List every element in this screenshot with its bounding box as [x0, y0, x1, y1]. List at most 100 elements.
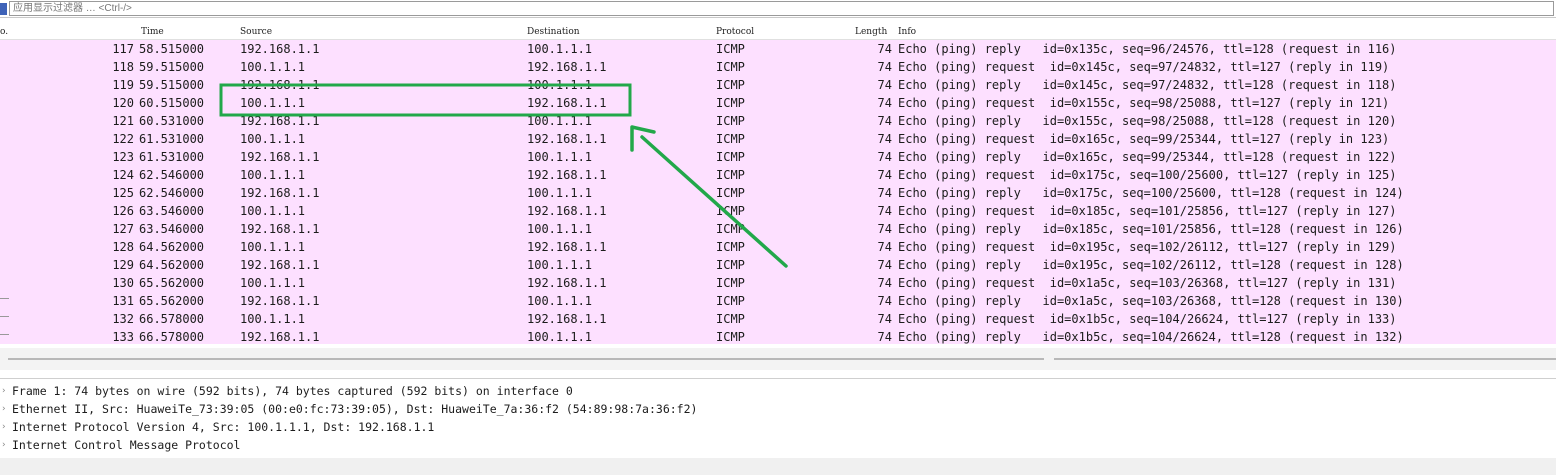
column-header-info[interactable]: Info — [898, 27, 916, 37]
packet-row[interactable]: 130 65.562000 100.1.1.1 192.168.1.1 ICMP 74 Ec… — [0, 274, 1556, 292]
packet-row[interactable]: 125 62.546000 192.168.1.1 100.1.1.1 ICMP 74 Ec… — [0, 184, 1556, 202]
packet-row[interactable]: 118 59.515000 100.1.1.1 192.168.1.1 ICMP 74 Ec… — [0, 58, 1556, 76]
packet-source: 192.168.1.1 — [240, 258, 320, 272]
packet-length: 74 — [877, 168, 892, 182]
packet-length: 74 — [877, 204, 892, 218]
expand-arrow-icon[interactable]: › — [1, 382, 6, 400]
detail-tree-label: Internet Protocol Version 4, Src: 100.1.… — [12, 420, 435, 434]
packet-length: 74 — [877, 258, 892, 272]
packet-length: 74 — [877, 222, 892, 236]
packet-row[interactable]: 124 62.546000 100.1.1.1 192.168.1.1 ICMP 74 Ec… — [0, 166, 1556, 184]
packet-time: 59.515000 — [139, 78, 205, 92]
packet-row[interactable]: 122 61.531000 100.1.1.1 192.168.1.1 ICMP 74 Ec… — [0, 130, 1556, 148]
column-header-time[interactable]: Time — [141, 27, 164, 37]
detail-tree-label: Internet Control Message Protocol — [12, 438, 241, 452]
packet-length: 74 — [877, 132, 892, 146]
packet-length: 74 — [877, 240, 892, 254]
packet-length: 74 — [877, 294, 892, 308]
packet-protocol: ICMP — [716, 276, 745, 290]
expand-arrow-icon[interactable]: › — [1, 418, 6, 436]
packet-time: 62.546000 — [139, 186, 205, 200]
packet-row[interactable]: 129 64.562000 192.168.1.1 100.1.1.1 ICMP 74 Ec… — [0, 256, 1556, 274]
packet-destination: 192.168.1.1 — [527, 96, 607, 110]
gutter-tick — [0, 298, 9, 299]
packet-info: Echo (ping) reply id=0x155c, seq=98/2508… — [898, 114, 1397, 128]
packet-source: 100.1.1.1 — [240, 60, 306, 74]
packet-destination: 100.1.1.1 — [527, 78, 593, 92]
packet-details-pane: › Frame 1: 74 bytes on wire (592 bits), 7… — [0, 378, 1556, 459]
packet-source: 192.168.1.1 — [240, 294, 320, 308]
packet-number: 124 — [112, 168, 134, 182]
column-header-source[interactable]: Source — [240, 27, 272, 37]
packet-destination: 192.168.1.1 — [527, 312, 607, 326]
packet-list: 117 58.515000 192.168.1.1 100.1.1.1 ICMP 74 Ec… — [0, 40, 1556, 344]
packet-info: Echo (ping) reply id=0x165c, seq=99/2534… — [898, 150, 1397, 164]
packet-source: 192.168.1.1 — [240, 114, 320, 128]
column-header-protocol[interactable]: Protocol — [716, 27, 754, 37]
packet-source: 192.168.1.1 — [240, 222, 320, 236]
packet-destination: 100.1.1.1 — [527, 186, 593, 200]
packet-source: 100.1.1.1 — [240, 276, 306, 290]
packet-protocol: ICMP — [716, 240, 745, 254]
display-filter-input[interactable]: 应用显示过滤器 … <Ctrl-/> — [9, 1, 1554, 16]
packet-time: 58.515000 — [139, 42, 205, 56]
packet-number: 133 — [112, 330, 134, 344]
packet-info: Echo (ping) request id=0x1a5c, seq=103/2… — [898, 276, 1397, 290]
packet-row[interactable]: 133 66.578000 192.168.1.1 100.1.1.1 ICMP 74 Ec… — [0, 328, 1556, 346]
column-header-destination[interactable]: Destination — [527, 27, 580, 37]
packet-info: Echo (ping) reply id=0x135c, seq=96/2457… — [898, 42, 1397, 56]
packet-destination: 100.1.1.1 — [527, 330, 593, 344]
packet-row[interactable]: 119 59.515000 192.168.1.1 100.1.1.1 ICMP 74 Ec… — [0, 76, 1556, 94]
packet-row[interactable]: 132 66.578000 100.1.1.1 192.168.1.1 ICMP 74 Ec… — [0, 310, 1556, 328]
packet-number: 130 — [112, 276, 134, 290]
packet-time: 59.515000 — [139, 60, 205, 74]
bookmark-icon[interactable] — [0, 3, 7, 15]
detail-tree-label: Ethernet II, Src: HuaweiTe_73:39:05 (00:… — [12, 402, 698, 416]
packet-number: 125 — [112, 186, 134, 200]
packet-length: 74 — [877, 186, 892, 200]
expand-arrow-icon[interactable]: › — [1, 436, 6, 454]
packet-row[interactable]: 123 61.531000 192.168.1.1 100.1.1.1 ICMP 74 Ec… — [0, 148, 1556, 166]
packet-number: 132 — [112, 312, 134, 326]
packet-info: Echo (ping) request id=0x145c, seq=97/24… — [898, 60, 1390, 74]
column-header-no[interactable]: o. — [0, 27, 8, 37]
packet-number: 122 — [112, 132, 134, 146]
packet-number: 119 — [112, 78, 134, 92]
packet-row[interactable]: 117 58.515000 192.168.1.1 100.1.1.1 ICMP 74 Ec… — [0, 40, 1556, 58]
gutter-tick — [0, 334, 9, 335]
packet-protocol: ICMP — [716, 258, 745, 272]
packet-row[interactable]: 127 63.546000 192.168.1.1 100.1.1.1 ICMP 74 Ec… — [0, 220, 1556, 238]
packet-number: 117 — [112, 42, 134, 56]
packet-source: 100.1.1.1 — [240, 312, 306, 326]
packet-time: 65.562000 — [139, 294, 205, 308]
packet-length: 74 — [877, 276, 892, 290]
expand-arrow-icon[interactable]: › — [1, 400, 6, 418]
packet-row[interactable]: 126 63.546000 100.1.1.1 192.168.1.1 ICMP 74 Ec… — [0, 202, 1556, 220]
horizontal-scrollbar[interactable] — [0, 348, 1556, 370]
packet-protocol: ICMP — [716, 168, 745, 182]
packet-destination: 100.1.1.1 — [527, 42, 593, 56]
packet-time: 63.546000 — [139, 222, 205, 236]
packet-protocol: ICMP — [716, 42, 745, 56]
scrollbar-track-left[interactable] — [8, 358, 1044, 360]
packet-info: Echo (ping) request id=0x185c, seq=101/2… — [898, 204, 1397, 218]
scrollbar-track-right[interactable] — [1054, 358, 1556, 360]
packet-row[interactable]: 128 64.562000 100.1.1.1 192.168.1.1 ICMP 74 Ec… — [0, 238, 1556, 256]
packet-time: 62.546000 — [139, 168, 205, 182]
packet-time: 64.562000 — [139, 258, 205, 272]
packet-number: 121 — [112, 114, 134, 128]
packet-number: 118 — [112, 60, 134, 74]
packet-row[interactable]: 120 60.515000 100.1.1.1 192.168.1.1 ICMP 74 Ec… — [0, 94, 1556, 112]
bytes-pane-edge — [0, 458, 1556, 475]
packet-row[interactable]: 131 65.562000 192.168.1.1 100.1.1.1 ICMP 74 Ec… — [0, 292, 1556, 310]
packet-protocol: ICMP — [716, 96, 745, 110]
packet-source: 100.1.1.1 — [240, 240, 306, 254]
packet-row[interactable]: 121 60.531000 192.168.1.1 100.1.1.1 ICMP 74 Ec… — [0, 112, 1556, 130]
detail-tree-label: Frame 1: 74 bytes on wire (592 bits), 74… — [12, 384, 573, 398]
packet-source: 192.168.1.1 — [240, 150, 320, 164]
packet-destination: 192.168.1.1 — [527, 60, 607, 74]
column-header-length[interactable]: Length — [855, 27, 887, 37]
packet-number: 128 — [112, 240, 134, 254]
packet-source: 192.168.1.1 — [240, 330, 320, 344]
packet-destination: 100.1.1.1 — [527, 222, 593, 236]
